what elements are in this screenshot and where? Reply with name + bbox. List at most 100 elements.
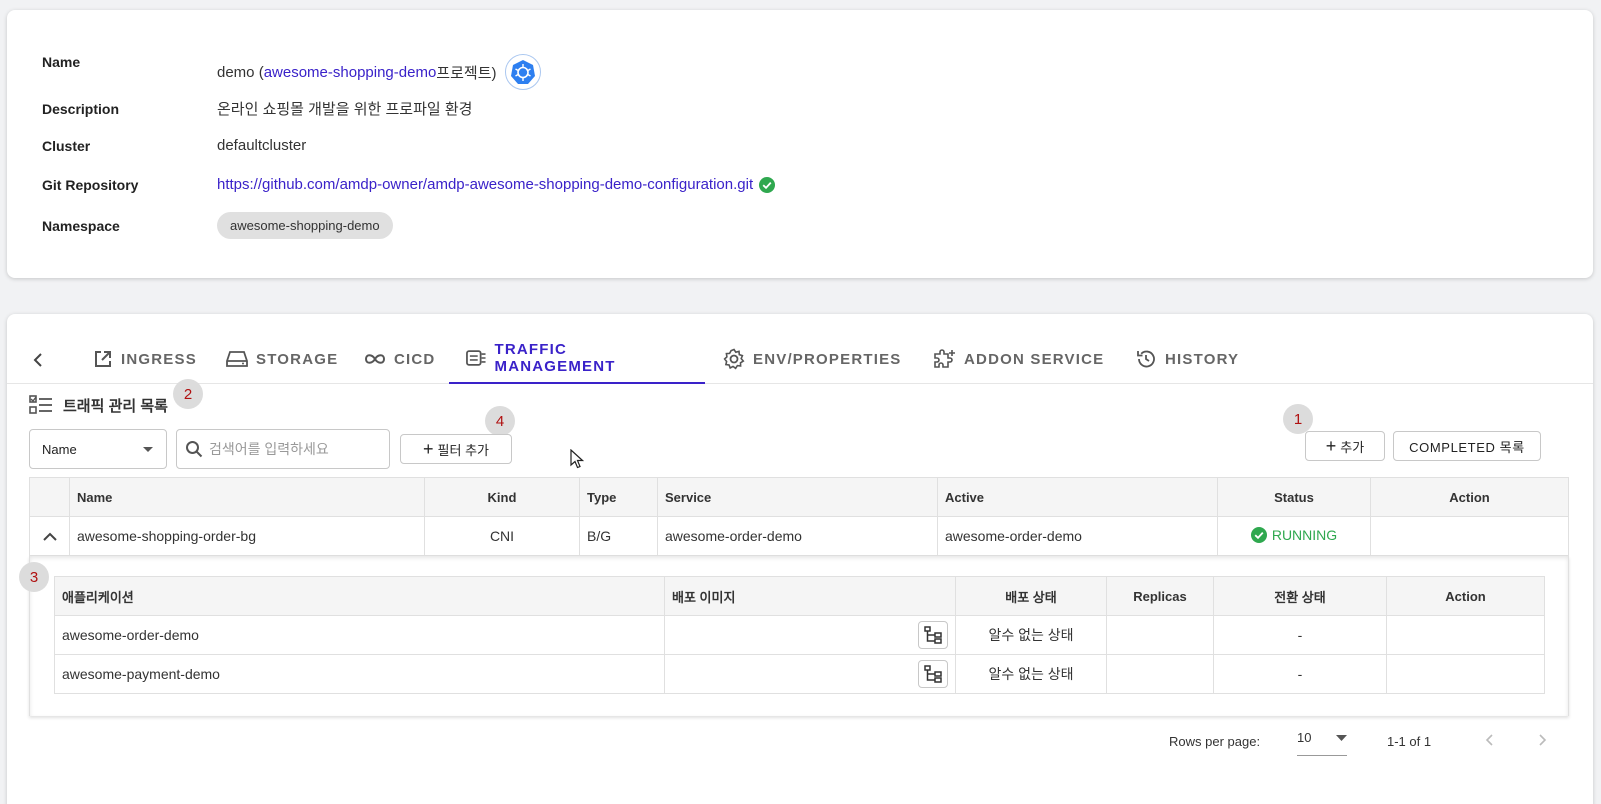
tab-history-label: HISTORY: [1165, 350, 1240, 368]
tab-ingress[interactable]: INGRESS: [77, 334, 213, 384]
search-input[interactable]: [209, 441, 379, 457]
kubernetes-icon: [504, 54, 541, 90]
tab-history[interactable]: HISTORY: [1119, 334, 1255, 384]
sub-header-deploy-status: 배포 상태: [955, 576, 1107, 616]
header-name[interactable]: Name: [69, 477, 425, 517]
table-header-row: Name Kind Type Service Active Status Act…: [29, 477, 1569, 517]
storage-icon: [226, 351, 248, 367]
name-prefix: demo (: [217, 63, 264, 81]
row-kind: CNI: [424, 516, 580, 556]
section-title: 트래픽 관리 목록: [29, 394, 168, 416]
description-label: Description: [42, 100, 120, 117]
add-button[interactable]: + 추가: [1305, 431, 1385, 461]
plus-icon: +: [1325, 436, 1337, 456]
expanded-row-detail: 3 애플리케이션 배포 이미지 배포 상태 Replicas 전환 상태 Act…: [19, 556, 1569, 716]
rows-per-page-value: 10: [1297, 730, 1312, 745]
tab-bar: INGRESS STORAGE CICD TRAFFIC MANAGEMENT …: [7, 334, 1593, 384]
rows-per-page-label: Rows per page:: [1169, 734, 1261, 749]
tab-addon-service[interactable]: ADDON SERVICE: [916, 334, 1120, 384]
cluster-label: Cluster: [42, 137, 91, 154]
check-circle-icon: [1250, 526, 1267, 543]
header-action: Action: [1370, 477, 1569, 517]
app-name: awesome-order-demo: [54, 615, 665, 655]
filter-field-select-value: Name: [42, 441, 77, 457]
collapse-button[interactable]: [29, 516, 70, 556]
app-image: [664, 654, 956, 694]
annotation-marker-2: 2: [173, 379, 203, 409]
prev-page-button[interactable]: [1485, 734, 1493, 746]
deploy-tree-button[interactable]: [918, 621, 948, 649]
filter-field-select[interactable]: Name: [29, 429, 167, 469]
app-switch-status: -: [1213, 654, 1387, 694]
tree-structure-icon: [924, 626, 942, 644]
cluster-row: Cluster defaultcluster: [42, 137, 306, 154]
status-badge: RUNNING: [1250, 526, 1338, 543]
traffic-table: Name Kind Type Service Active Status Act…: [29, 477, 1569, 556]
description-value: 온라인 쇼핑몰 개발을 위한 프로파일 환경: [217, 101, 473, 118]
namespace-value-wrap: awesome-shopping-demo: [217, 212, 393, 239]
app-deploy-status: 알수 없는 상태: [955, 654, 1107, 694]
git-repository-link[interactable]: https://github.com/amdp-owner/amdp-aweso…: [217, 176, 753, 193]
sub-header-image: 배포 이미지: [664, 576, 956, 616]
app-switch-status: -: [1213, 615, 1387, 655]
profile-info-card: Name demo ( awesome-shopping-demo 프로젝트) …: [7, 10, 1593, 278]
tab-addon-service-label: ADDON SERVICE: [964, 350, 1105, 368]
sub-header-replicas: Replicas: [1106, 576, 1214, 616]
row-type: B/G: [579, 516, 658, 556]
sub-header-application: 애플리케이션: [54, 576, 665, 616]
check-circle-icon: [759, 176, 776, 193]
table-row: awesome-payment-demo 알수 없는 상태 -: [54, 654, 1545, 694]
header-status[interactable]: Status: [1217, 477, 1371, 517]
chevron-left-icon: [1485, 734, 1493, 746]
tab-traffic-management[interactable]: TRAFFIC MANAGEMENT: [449, 334, 705, 384]
header-type[interactable]: Type: [579, 477, 658, 517]
completed-list-button[interactable]: COMPLETED 목록: [1393, 431, 1541, 461]
app-replicas: [1106, 654, 1214, 694]
tab-cicd[interactable]: CICD: [348, 334, 451, 384]
app-deploy-status: 알수 없는 상태: [955, 615, 1107, 655]
namespace-row: Namespace awesome-shopping-demo: [42, 212, 393, 239]
header-active[interactable]: Active: [937, 477, 1218, 517]
rows-per-page-select[interactable]: 10: [1297, 726, 1347, 756]
tab-traffic-management-label: TRAFFIC MANAGEMENT: [494, 341, 616, 375]
description-row: Description 온라인 쇼핑몰 개발을 위한 프로파일 환경: [42, 98, 472, 119]
completed-list-label: COMPLETED 목록: [1409, 439, 1525, 455]
caret-down-icon: [1336, 734, 1347, 741]
sub-table-header-row: 애플리케이션 배포 이미지 배포 상태 Replicas 전환 상태 Actio…: [54, 576, 1545, 616]
table-row[interactable]: awesome-shopping-order-bg CNI B/G awesom…: [29, 516, 1569, 556]
row-name: awesome-shopping-order-bg: [69, 516, 425, 556]
chevron-right-icon: [1539, 734, 1547, 746]
header-service[interactable]: Service: [657, 477, 938, 517]
sub-header-switch-status: 전환 상태: [1213, 576, 1387, 616]
app-name: awesome-payment-demo: [54, 654, 665, 694]
search-icon: [186, 441, 203, 458]
section-title-text: 트래픽 관리 목록: [63, 397, 168, 415]
git-value: https://github.com/amdp-owner/amdp-aweso…: [217, 176, 776, 193]
status-text: RUNNING: [1271, 526, 1338, 543]
sub-header-action: Action: [1386, 576, 1545, 616]
tab-ingress-label: INGRESS: [121, 350, 197, 368]
annotation-marker-3: 3: [19, 562, 49, 592]
checklist-icon: [29, 395, 52, 414]
tab-storage[interactable]: STORAGE: [210, 334, 354, 384]
application-table: 애플리케이션 배포 이미지 배포 상태 Replicas 전환 상태 Actio…: [54, 576, 1545, 694]
name-value: demo ( awesome-shopping-demo 프로젝트): [217, 54, 541, 90]
project-link[interactable]: awesome-shopping-demo: [264, 64, 437, 81]
tab-env-properties[interactable]: ENV/PROPERTIES: [707, 334, 918, 384]
header-kind[interactable]: Kind: [424, 477, 580, 517]
name-label: Name: [42, 54, 81, 70]
chevron-up-icon: [42, 532, 57, 541]
git-label: Git Repository: [42, 176, 139, 193]
namespace-label: Namespace: [42, 217, 120, 234]
add-filter-button[interactable]: + 필터 추가: [400, 434, 512, 464]
deploy-tree-button[interactable]: [918, 660, 948, 688]
tab-cicd-label: CICD: [394, 350, 436, 368]
tab-scroll-left-button[interactable]: [27, 349, 49, 371]
infinity-icon: [364, 354, 386, 364]
cluster-value: defaultcluster: [217, 137, 307, 154]
name-suffix: 프로젝트): [436, 64, 497, 82]
tab-storage-label: STORAGE: [256, 350, 339, 368]
next-page-button[interactable]: [1539, 734, 1547, 746]
external-link-icon: [95, 351, 111, 367]
puzzle-icon: [934, 349, 955, 368]
